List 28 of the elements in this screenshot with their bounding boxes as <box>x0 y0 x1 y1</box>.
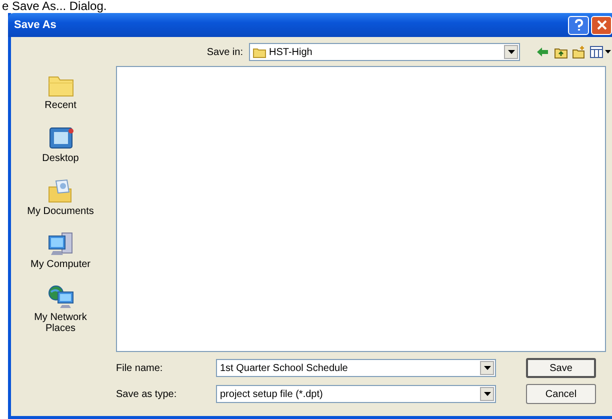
up-folder-icon[interactable] <box>554 46 568 58</box>
place-item[interactable]: My Network Places <box>20 284 100 334</box>
help-icon <box>574 19 584 31</box>
place-item[interactable]: My Documents <box>20 178 100 217</box>
desktop-icon <box>46 125 74 151</box>
save-as-type-dropdown[interactable]: project setup file (*.dpt) <box>216 385 496 403</box>
folder-icon <box>253 46 266 58</box>
computer-icon <box>46 231 74 257</box>
place-item[interactable]: My Computer <box>20 231 100 270</box>
cancel-button[interactable]: Cancel <box>526 384 596 404</box>
file-name-field[interactable]: 1st Quarter School Schedule <box>216 359 496 377</box>
window-title: Save As <box>14 19 56 31</box>
documents-folder-icon <box>46 178 74 204</box>
back-arrow-icon[interactable] <box>536 46 550 58</box>
network-computer-icon <box>46 284 74 310</box>
view-menu-icon[interactable] <box>590 46 612 58</box>
save-in-dropdown[interactable]: HST-High <box>249 43 520 61</box>
new-folder-icon[interactable] <box>572 46 586 58</box>
caption-text: e Save As... Dialog. <box>1 0 108 13</box>
close-button[interactable] <box>591 16 612 34</box>
save-in-label: Save in: <box>206 46 243 58</box>
save-button[interactable]: Save <box>526 358 596 378</box>
place-item[interactable]: Desktop <box>20 125 100 164</box>
help-button[interactable] <box>568 16 589 34</box>
file-name-label: File name: <box>116 362 164 374</box>
place-item[interactable]: Recent <box>20 72 100 111</box>
close-icon <box>596 20 606 30</box>
save-as-type-label: Save as type: <box>116 388 178 400</box>
